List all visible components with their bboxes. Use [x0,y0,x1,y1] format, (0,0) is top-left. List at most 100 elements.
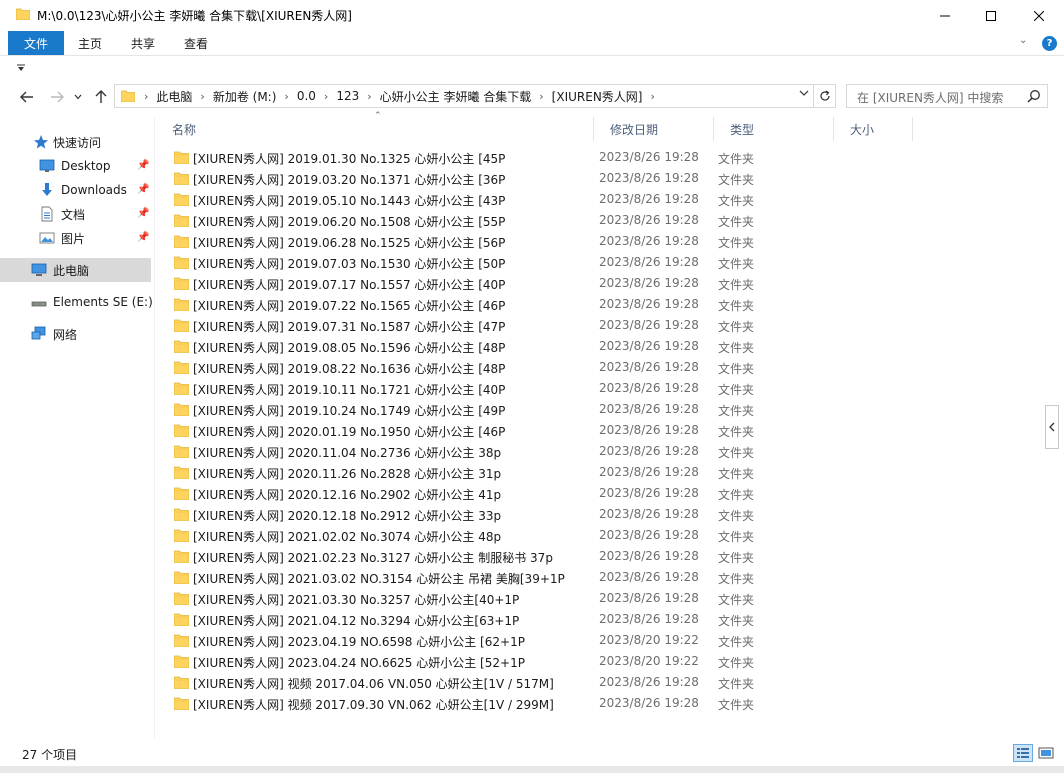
chevron-right-icon[interactable]: › [536,90,546,103]
recent-locations-button[interactable] [70,86,86,108]
tab-file[interactable]: 文件 [8,31,64,55]
column-header-type[interactable]: 类型 [714,117,834,141]
table-row[interactable]: [XIUREN秀人网] 2021.03.02 NO.3154 心妍公主 吊裙 美… [156,567,1046,588]
folder-icon [174,403,189,416]
table-row[interactable]: [XIUREN秀人网] 2019.07.17 No.1557 心妍小公主 [40… [156,273,1046,294]
breadcrumb-collection[interactable]: 心妍小公主 李妍曦 合集下载 [375,88,537,105]
table-row[interactable]: [XIUREN秀人网] 2019.08.05 No.1596 心妍小公主 [48… [156,336,1046,357]
preview-pane-toggle[interactable] [1045,405,1059,449]
file-type: 文件夹 [718,656,755,670]
table-row[interactable]: [XIUREN秀人网] 2021.04.12 No.3294 心妍小公主[63+… [156,609,1046,630]
table-row[interactable]: [XIUREN秀人网] 2019.07.22 No.1565 心妍小公主 [46… [156,294,1046,315]
table-row[interactable]: [XIUREN秀人网] 2020.12.16 No.2902 心妍小公主 41p… [156,483,1046,504]
address-history-chevron-down-icon[interactable] [799,89,809,97]
table-row[interactable]: [XIUREN秀人网] 2020.01.19 No.1950 心妍小公主 [46… [156,420,1046,441]
sidebar-item-network[interactable]: 网络 [0,322,151,346]
table-row[interactable]: [XIUREN秀人网] 2019.10.11 No.1721 心妍小公主 [40… [156,378,1046,399]
tab-share[interactable]: 共享 [121,31,165,55]
table-row[interactable]: [XIUREN秀人网] 2019.10.24 No.1749 心妍小公主 [49… [156,399,1046,420]
ribbon-expand-chevron-icon[interactable]: ⌄ [1019,35,1027,46]
column-headers: ⌃ 名称 修改日期 类型 大小 [156,111,1046,141]
file-name: [XIUREN秀人网] 2023.04.19 NO.6598 心妍小公主 [62… [193,635,525,649]
sidebar-item-label: 网络 [53,327,78,342]
table-row[interactable]: [XIUREN秀人网] 2021.03.30 No.3257 心妍小公主[40+… [156,588,1046,609]
column-header-name[interactable]: 名称 [156,117,594,141]
sidebar-item-desktop[interactable]: Desktop 📌 [0,154,151,178]
table-row[interactable]: [XIUREN秀人网] 2019.08.22 No.1636 心妍小公主 [48… [156,357,1046,378]
breadcrumb: › 此电脑 › 新加卷 (M:) › 0.0 › 123 › 心妍小公主 李妍曦… [141,85,658,107]
breadcrumb-0-0[interactable]: 0.0 [292,89,321,103]
breadcrumb-123[interactable]: 123 [331,89,364,103]
table-row[interactable]: [XIUREN秀人网] 2019.05.10 No.1443 心妍小公主 [43… [156,189,1046,210]
help-icon[interactable]: ? [1042,36,1057,51]
breadcrumb-this-pc[interactable]: 此电脑 [151,88,197,105]
folder-icon [174,613,189,626]
folder-icon [174,424,189,437]
folder-icon [174,550,189,563]
file-type: 文件夹 [718,215,755,229]
table-row[interactable]: [XIUREN秀人网] 2020.11.26 No.2828 心妍小公主 31p… [156,462,1046,483]
file-name: [XIUREN秀人网] 视频 2017.09.30 VN.062 心妍公主[1V… [193,698,554,712]
details-view-button[interactable] [1013,744,1033,762]
table-row[interactable]: [XIUREN秀人网] 2019.07.03 No.1530 心妍小公主 [50… [156,252,1046,273]
customize-toolbar-dropdown-icon[interactable] [17,64,25,72]
large-icons-view-button[interactable] [1036,744,1056,762]
table-row[interactable]: [XIUREN秀人网] 2019.03.20 No.1371 心妍小公主 [36… [156,168,1046,189]
table-row[interactable]: [XIUREN秀人网] 2021.02.23 No.3127 心妍小公主 制服秘… [156,546,1046,567]
back-button[interactable] [16,86,38,108]
search-input[interactable]: 在 [XIUREN秀人网] 中搜索 [846,84,1048,108]
chevron-right-icon[interactable]: › [321,90,331,103]
forward-button[interactable] [46,86,68,108]
file-date-modified: 2023/8/20 19:22 [599,654,699,668]
table-row[interactable]: [XIUREN秀人网] 2023.04.19 NO.6598 心妍小公主 [62… [156,630,1046,651]
table-row[interactable]: [XIUREN秀人网] 视频 2017.09.30 VN.062 心妍公主[1V… [156,693,1046,714]
table-row[interactable]: [XIUREN秀人网] 2021.02.02 No.3074 心妍小公主 48p… [156,525,1046,546]
sidebar-item-documents[interactable]: 文档 📌 [0,202,151,226]
chevron-right-icon[interactable]: › [647,90,657,103]
folder-icon [174,319,189,332]
sidebar-item-this-pc[interactable]: 此电脑 [0,258,151,282]
folder-icon [174,697,189,710]
sidebar-item-label: 快速访问 [53,135,102,150]
file-date-modified: 2023/8/26 19:28 [599,402,699,416]
sidebar-item-elements-drive[interactable]: Elements SE (E:) [0,290,153,314]
folder-icon [174,298,189,311]
chevron-right-icon[interactable]: › [364,90,374,103]
chevron-right-icon[interactable]: › [141,90,151,103]
chevron-right-icon[interactable]: › [281,90,291,103]
file-type: 文件夹 [718,593,755,607]
tab-home[interactable]: 主页 [68,31,112,55]
table-row[interactable]: [XIUREN秀人网] 2019.06.28 No.1525 心妍小公主 [56… [156,231,1046,252]
column-header-date-modified[interactable]: 修改日期 [594,117,714,141]
tab-view[interactable]: 查看 [174,31,218,55]
sidebar-item-label: Elements SE (E:) [53,295,153,309]
file-name: [XIUREN秀人网] 2019.07.17 No.1557 心妍小公主 [40… [193,278,506,292]
table-row[interactable]: [XIUREN秀人网] 视频 2017.04.06 VN.050 心妍公主[1V… [156,672,1046,693]
chevron-right-icon[interactable]: › [197,90,207,103]
sidebar-item-downloads[interactable]: Downloads 📌 [0,178,151,202]
table-row[interactable]: [XIUREN秀人网] 2023.04.24 NO.6625 心妍小公主 [52… [156,651,1046,672]
table-row[interactable]: [XIUREN秀人网] 2019.06.20 No.1508 心妍小公主 [55… [156,210,1046,231]
close-button[interactable] [1016,0,1062,31]
sidebar-item-pictures[interactable]: 图片 📌 [0,226,151,250]
column-header-size[interactable]: 大小 [834,117,913,141]
breadcrumb-current-folder[interactable]: [XIUREN秀人网] [547,88,648,105]
table-row[interactable]: [XIUREN秀人网] 2019.07.31 No.1587 心妍小公主 [47… [156,315,1046,336]
refresh-button[interactable] [814,84,836,108]
table-row[interactable]: [XIUREN秀人网] 2020.11.04 No.2736 心妍小公主 38p… [156,441,1046,462]
up-button[interactable] [90,86,112,108]
maximize-button[interactable] [968,0,1014,31]
minimize-button[interactable] [922,0,968,31]
folder-icon [174,382,189,395]
file-type: 文件夹 [718,236,755,250]
table-row[interactable]: [XIUREN秀人网] 2020.12.18 No.2912 心妍小公主 33p… [156,504,1046,525]
sidebar-item-quick-access[interactable]: 快速访问 [0,130,151,154]
folder-icon [174,277,189,290]
large-icons-view-icon [1038,747,1054,759]
table-row[interactable]: [XIUREN秀人网] 2019.01.30 No.1325 心妍小公主 [45… [156,147,1046,168]
address-bar[interactable]: › 此电脑 › 新加卷 (M:) › 0.0 › 123 › 心妍小公主 李妍曦… [114,84,814,108]
star-icon [34,135,48,149]
breadcrumb-volume-m[interactable]: 新加卷 (M:) [208,88,282,105]
file-name: [XIUREN秀人网] 2019.06.28 No.1525 心妍小公主 [56… [193,236,506,250]
file-type: 文件夹 [718,467,755,481]
